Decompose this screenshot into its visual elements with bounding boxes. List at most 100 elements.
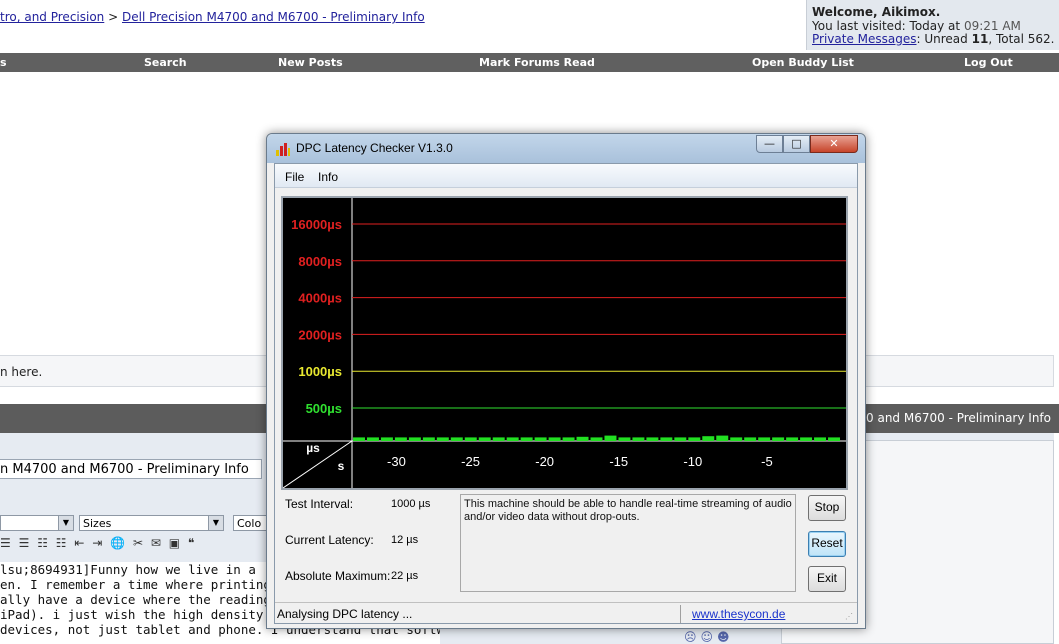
latency-bar	[478, 437, 491, 441]
reply-header-title: 0 and M6700 - Preliminary Info	[866, 411, 1051, 425]
x-tick-label: -5	[761, 454, 773, 469]
latency-bar	[730, 437, 743, 441]
x-tick-label: -15	[609, 454, 628, 469]
latency-bar	[828, 437, 840, 441]
latency-bar	[576, 436, 589, 441]
latency-bar	[506, 437, 519, 441]
chevron-down-icon: ▼	[58, 516, 73, 530]
current-latency-label: Current Latency:	[285, 533, 374, 547]
breadcrumb-link-thread[interactable]: Dell Precision M4700 and M6700 - Prelimi…	[122, 10, 425, 24]
chevron-down-icon: ▼	[208, 516, 223, 530]
dpc-latency-window: DPC Latency Checker V1.3.0 — □ ✕ File In…	[266, 133, 866, 629]
status-text: Analysing DPC latency ...	[277, 607, 413, 621]
y-tick-label: 500µs	[306, 401, 342, 416]
status-bar: Analysing DPC latency ... www.thesycon.d…	[275, 602, 857, 624]
insert-image-icon[interactable]: ▣	[169, 536, 182, 550]
resize-grip-icon[interactable]: ⋰	[845, 612, 855, 622]
insert-email-icon[interactable]: ✉	[151, 536, 163, 550]
latency-bar	[492, 437, 505, 441]
editor-toolbar: ☰ ☰ ☷ ☷ ⇤ ⇥ 🌐 ✂ ✉ ▣ ❝	[0, 536, 196, 554]
post-title-input[interactable]: n M4700 and M6700 - Preliminary Info	[0, 459, 262, 479]
menu-info[interactable]: Info	[318, 170, 338, 184]
welcome-title: Welcome, Aikimox.	[812, 5, 941, 19]
current-latency-value: 12 µs	[391, 534, 419, 546]
latency-bar	[744, 437, 757, 441]
absolute-maximum-value: 22 µs	[391, 570, 419, 582]
smiley-icon[interactable]: ☺	[701, 630, 718, 644]
pm-unread-label: : Unread	[916, 32, 968, 46]
align-center-icon[interactable]: ☰	[0, 536, 13, 550]
latency-bar	[674, 437, 687, 441]
window-title: DPC Latency Checker V1.3.0	[296, 141, 453, 155]
latency-bar	[353, 437, 365, 441]
window-client-area: File Info 16000µs 8000µs 4000µs 2000µs 1000µ…	[274, 163, 858, 624]
latency-bar	[716, 435, 729, 441]
forum-navbar: s Search New Posts Mark Forums Read Open…	[0, 53, 1059, 72]
maximize-button[interactable]: □	[783, 135, 810, 153]
y-unit-label: µs	[306, 441, 320, 455]
quote-icon[interactable]: ❝	[188, 536, 196, 550]
smiley-icon[interactable]: ☻	[717, 630, 734, 644]
ordered-list-icon[interactable]: ☷	[37, 536, 50, 550]
nav-item-new-posts[interactable]: New Posts	[278, 56, 343, 69]
nav-item-log-out[interactable]: Log Out	[964, 56, 1013, 69]
exit-button[interactable]: Exit	[808, 566, 846, 592]
indent-icon[interactable]: ⇥	[92, 536, 104, 550]
latency-bar	[380, 437, 393, 441]
nav-item-open-buddy-list[interactable]: Open Buddy List	[752, 56, 854, 69]
latency-bar	[548, 437, 561, 441]
thesycon-link[interactable]: www.thesycon.de	[692, 607, 785, 621]
close-button[interactable]: ✕	[810, 135, 858, 153]
nav-item-mark-forums-read[interactable]: Mark Forums Read	[479, 56, 595, 69]
last-visited: You last visited: Today at 09:21 AM	[812, 18, 1059, 34]
minimize-button[interactable]: —	[756, 135, 783, 153]
nav-item-partial[interactable]: s	[0, 56, 7, 69]
x-unit-label: s	[338, 459, 345, 473]
latency-bar	[786, 437, 799, 441]
breadcrumb: tro, and Precision > Dell Precision M470…	[0, 10, 425, 24]
latency-bar	[422, 437, 435, 441]
welcome-panel: Welcome, Aikimox. You last visited: Toda…	[806, 0, 1059, 50]
window-titlebar[interactable]: DPC Latency Checker V1.3.0 — □ ✕	[267, 134, 865, 163]
latency-chart: 16000µs 8000µs 4000µs 2000µs 1000µs 500µs µs s -…	[283, 198, 846, 488]
size-select-label: Sizes	[83, 517, 112, 530]
remove-link-icon[interactable]: ✂	[133, 536, 145, 550]
latency-bar	[660, 437, 673, 441]
status-separator	[680, 605, 681, 623]
pm-unread-count: 11	[971, 32, 989, 46]
nav-item-search[interactable]: Search	[144, 56, 187, 69]
app-bars-icon	[276, 143, 290, 156]
align-right-icon[interactable]: ☰	[19, 536, 32, 550]
latency-bar	[618, 437, 631, 441]
private-messages-line: Private Messages: Unread 11, Total 562.	[812, 32, 1059, 47]
latency-bar	[562, 437, 575, 441]
y-tick-label: 4000µs	[298, 291, 342, 306]
test-interval-label: Test Interval:	[285, 497, 354, 511]
pm-total: , Total 562.	[988, 32, 1055, 46]
font-select[interactable]: ▼	[0, 515, 74, 531]
latency-bar	[632, 437, 645, 441]
smiley-icon[interactable]: ☹	[684, 630, 701, 644]
y-tick-label: 1000µs	[298, 364, 342, 379]
insert-link-icon[interactable]: 🌐	[110, 536, 127, 550]
stop-button[interactable]: Stop	[808, 495, 846, 521]
size-select[interactable]: Sizes ▼	[79, 515, 224, 531]
latency-bar	[688, 437, 701, 441]
latency-bar	[646, 437, 659, 441]
menu-file[interactable]: File	[285, 170, 304, 184]
latency-bar	[450, 437, 463, 441]
last-visited-label: You last visited: Today at	[812, 18, 961, 33]
private-messages-link[interactable]: Private Messages	[812, 32, 917, 46]
outdent-icon[interactable]: ⇤	[74, 536, 86, 550]
breadcrumb-link-parent[interactable]: tro, and Precision	[0, 10, 104, 24]
absolute-maximum-label: Absolute Maximum:	[285, 569, 391, 583]
status-message-box: This machine should be able to handle re…	[460, 494, 796, 592]
test-interval-value: 1000 µs	[391, 498, 431, 510]
y-tick-label: 2000µs	[298, 327, 342, 342]
x-tick-label: -10	[683, 454, 702, 469]
unordered-list-icon[interactable]: ☷	[56, 536, 69, 550]
x-tick-label: -20	[535, 454, 554, 469]
latency-bar	[366, 437, 379, 441]
reset-button[interactable]: Reset	[808, 531, 846, 557]
y-tick-label: 8000µs	[298, 254, 342, 269]
